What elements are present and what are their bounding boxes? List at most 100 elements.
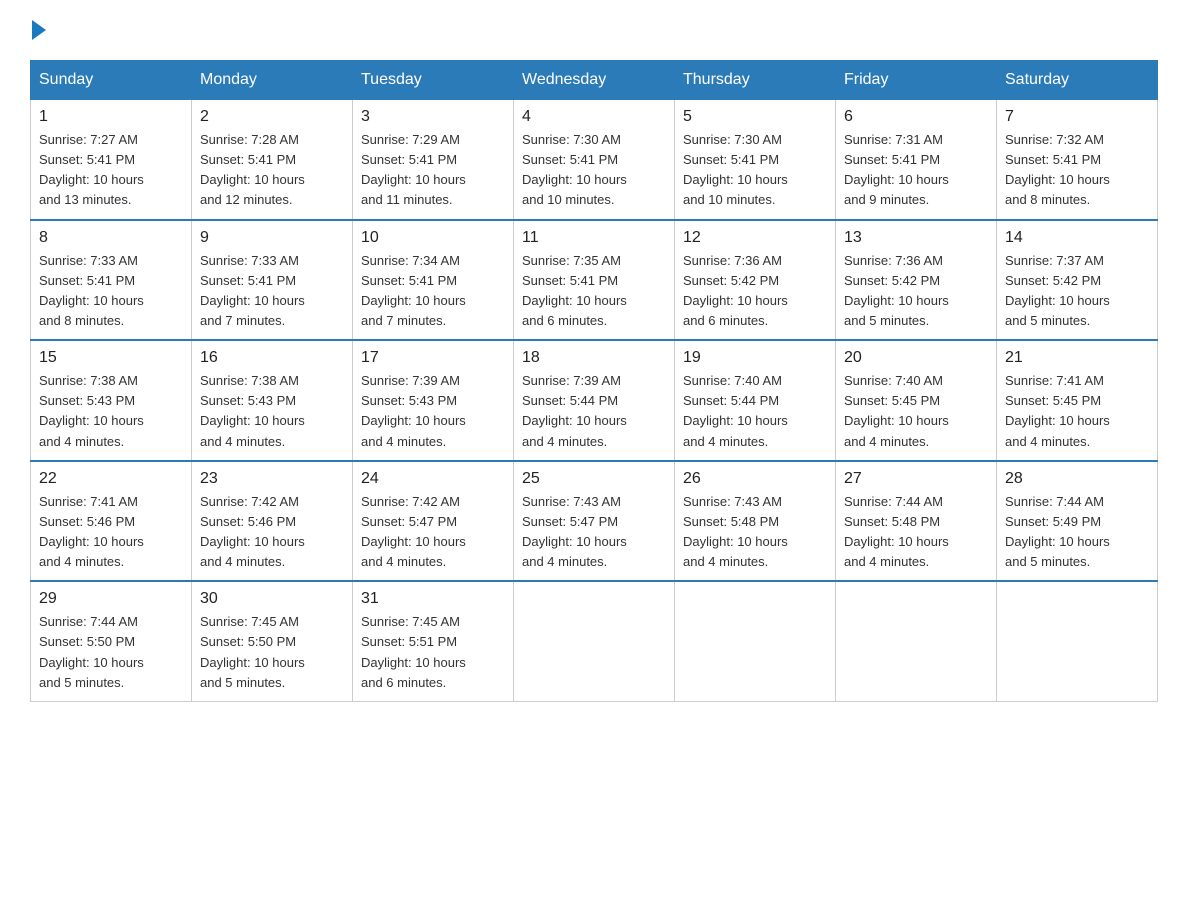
day-number: 9 (200, 229, 344, 247)
calendar-week-row: 1 Sunrise: 7:27 AM Sunset: 5:41 PM Dayli… (31, 100, 1158, 220)
day-info: Sunrise: 7:45 AM Sunset: 5:50 PM Dayligh… (200, 612, 344, 693)
calendar-day-cell: 7 Sunrise: 7:32 AM Sunset: 5:41 PM Dayli… (997, 100, 1158, 220)
day-number: 12 (683, 229, 827, 247)
day-info: Sunrise: 7:45 AM Sunset: 5:51 PM Dayligh… (361, 612, 505, 693)
col-header-sunday: Sunday (31, 61, 192, 100)
day-number: 18 (522, 349, 666, 367)
day-number: 28 (1005, 470, 1149, 488)
day-info: Sunrise: 7:28 AM Sunset: 5:41 PM Dayligh… (200, 130, 344, 211)
calendar-day-cell: 11 Sunrise: 7:35 AM Sunset: 5:41 PM Dayl… (514, 220, 675, 341)
day-number: 24 (361, 470, 505, 488)
day-number: 1 (39, 108, 183, 126)
day-info: Sunrise: 7:41 AM Sunset: 5:45 PM Dayligh… (1005, 371, 1149, 452)
calendar-day-cell: 5 Sunrise: 7:30 AM Sunset: 5:41 PM Dayli… (675, 100, 836, 220)
day-info: Sunrise: 7:33 AM Sunset: 5:41 PM Dayligh… (200, 251, 344, 332)
calendar-day-cell: 13 Sunrise: 7:36 AM Sunset: 5:42 PM Dayl… (836, 220, 997, 341)
day-info: Sunrise: 7:30 AM Sunset: 5:41 PM Dayligh… (683, 130, 827, 211)
day-info: Sunrise: 7:38 AM Sunset: 5:43 PM Dayligh… (39, 371, 183, 452)
day-number: 27 (844, 470, 988, 488)
day-number: 29 (39, 590, 183, 608)
calendar-day-cell: 23 Sunrise: 7:42 AM Sunset: 5:46 PM Dayl… (192, 461, 353, 582)
calendar-day-cell: 26 Sunrise: 7:43 AM Sunset: 5:48 PM Dayl… (675, 461, 836, 582)
day-info: Sunrise: 7:32 AM Sunset: 5:41 PM Dayligh… (1005, 130, 1149, 211)
day-number: 3 (361, 108, 505, 126)
day-info: Sunrise: 7:35 AM Sunset: 5:41 PM Dayligh… (522, 251, 666, 332)
calendar-day-cell: 21 Sunrise: 7:41 AM Sunset: 5:45 PM Dayl… (997, 340, 1158, 461)
day-number: 10 (361, 229, 505, 247)
calendar-day-cell: 27 Sunrise: 7:44 AM Sunset: 5:48 PM Dayl… (836, 461, 997, 582)
day-info: Sunrise: 7:43 AM Sunset: 5:47 PM Dayligh… (522, 492, 666, 573)
calendar-day-cell (514, 581, 675, 701)
calendar-day-cell: 12 Sunrise: 7:36 AM Sunset: 5:42 PM Dayl… (675, 220, 836, 341)
day-number: 6 (844, 108, 988, 126)
calendar-day-cell: 2 Sunrise: 7:28 AM Sunset: 5:41 PM Dayli… (192, 100, 353, 220)
day-info: Sunrise: 7:41 AM Sunset: 5:46 PM Dayligh… (39, 492, 183, 573)
day-number: 11 (522, 229, 666, 247)
day-info: Sunrise: 7:36 AM Sunset: 5:42 PM Dayligh… (844, 251, 988, 332)
day-info: Sunrise: 7:43 AM Sunset: 5:48 PM Dayligh… (683, 492, 827, 573)
day-number: 30 (200, 590, 344, 608)
day-info: Sunrise: 7:44 AM Sunset: 5:50 PM Dayligh… (39, 612, 183, 693)
day-info: Sunrise: 7:44 AM Sunset: 5:48 PM Dayligh… (844, 492, 988, 573)
day-info: Sunrise: 7:31 AM Sunset: 5:41 PM Dayligh… (844, 130, 988, 211)
col-header-tuesday: Tuesday (353, 61, 514, 100)
day-number: 17 (361, 349, 505, 367)
calendar-day-cell: 19 Sunrise: 7:40 AM Sunset: 5:44 PM Dayl… (675, 340, 836, 461)
col-header-friday: Friday (836, 61, 997, 100)
day-info: Sunrise: 7:42 AM Sunset: 5:47 PM Dayligh… (361, 492, 505, 573)
calendar-day-cell (997, 581, 1158, 701)
day-number: 14 (1005, 229, 1149, 247)
day-info: Sunrise: 7:44 AM Sunset: 5:49 PM Dayligh… (1005, 492, 1149, 573)
day-info: Sunrise: 7:30 AM Sunset: 5:41 PM Dayligh… (522, 130, 666, 211)
col-header-monday: Monday (192, 61, 353, 100)
col-header-saturday: Saturday (997, 61, 1158, 100)
day-info: Sunrise: 7:34 AM Sunset: 5:41 PM Dayligh… (361, 251, 505, 332)
day-number: 16 (200, 349, 344, 367)
day-info: Sunrise: 7:38 AM Sunset: 5:43 PM Dayligh… (200, 371, 344, 452)
day-number: 25 (522, 470, 666, 488)
day-number: 23 (200, 470, 344, 488)
calendar-day-cell: 28 Sunrise: 7:44 AM Sunset: 5:49 PM Dayl… (997, 461, 1158, 582)
calendar-day-cell (675, 581, 836, 701)
day-info: Sunrise: 7:33 AM Sunset: 5:41 PM Dayligh… (39, 251, 183, 332)
day-info: Sunrise: 7:40 AM Sunset: 5:44 PM Dayligh… (683, 371, 827, 452)
day-info: Sunrise: 7:42 AM Sunset: 5:46 PM Dayligh… (200, 492, 344, 573)
calendar-day-cell: 31 Sunrise: 7:45 AM Sunset: 5:51 PM Dayl… (353, 581, 514, 701)
day-info: Sunrise: 7:29 AM Sunset: 5:41 PM Dayligh… (361, 130, 505, 211)
calendar-day-cell: 10 Sunrise: 7:34 AM Sunset: 5:41 PM Dayl… (353, 220, 514, 341)
day-number: 13 (844, 229, 988, 247)
col-header-thursday: Thursday (675, 61, 836, 100)
day-number: 4 (522, 108, 666, 126)
day-number: 2 (200, 108, 344, 126)
day-number: 21 (1005, 349, 1149, 367)
logo (30, 20, 48, 40)
calendar-header-row: SundayMondayTuesdayWednesdayThursdayFrid… (31, 61, 1158, 100)
calendar-day-cell (836, 581, 997, 701)
day-number: 22 (39, 470, 183, 488)
day-info: Sunrise: 7:37 AM Sunset: 5:42 PM Dayligh… (1005, 251, 1149, 332)
day-number: 20 (844, 349, 988, 367)
calendar-week-row: 8 Sunrise: 7:33 AM Sunset: 5:41 PM Dayli… (31, 220, 1158, 341)
day-info: Sunrise: 7:27 AM Sunset: 5:41 PM Dayligh… (39, 130, 183, 211)
calendar-day-cell: 8 Sunrise: 7:33 AM Sunset: 5:41 PM Dayli… (31, 220, 192, 341)
calendar-day-cell: 9 Sunrise: 7:33 AM Sunset: 5:41 PM Dayli… (192, 220, 353, 341)
calendar-day-cell: 25 Sunrise: 7:43 AM Sunset: 5:47 PM Dayl… (514, 461, 675, 582)
calendar-day-cell: 22 Sunrise: 7:41 AM Sunset: 5:46 PM Dayl… (31, 461, 192, 582)
col-header-wednesday: Wednesday (514, 61, 675, 100)
day-number: 19 (683, 349, 827, 367)
calendar-day-cell: 20 Sunrise: 7:40 AM Sunset: 5:45 PM Dayl… (836, 340, 997, 461)
calendar-day-cell: 3 Sunrise: 7:29 AM Sunset: 5:41 PM Dayli… (353, 100, 514, 220)
calendar-table: SundayMondayTuesdayWednesdayThursdayFrid… (30, 60, 1158, 702)
calendar-day-cell: 6 Sunrise: 7:31 AM Sunset: 5:41 PM Dayli… (836, 100, 997, 220)
calendar-day-cell: 14 Sunrise: 7:37 AM Sunset: 5:42 PM Dayl… (997, 220, 1158, 341)
calendar-day-cell: 15 Sunrise: 7:38 AM Sunset: 5:43 PM Dayl… (31, 340, 192, 461)
day-info: Sunrise: 7:36 AM Sunset: 5:42 PM Dayligh… (683, 251, 827, 332)
calendar-day-cell: 1 Sunrise: 7:27 AM Sunset: 5:41 PM Dayli… (31, 100, 192, 220)
calendar-day-cell: 4 Sunrise: 7:30 AM Sunset: 5:41 PM Dayli… (514, 100, 675, 220)
calendar-day-cell: 24 Sunrise: 7:42 AM Sunset: 5:47 PM Dayl… (353, 461, 514, 582)
day-info: Sunrise: 7:39 AM Sunset: 5:43 PM Dayligh… (361, 371, 505, 452)
calendar-day-cell: 17 Sunrise: 7:39 AM Sunset: 5:43 PM Dayl… (353, 340, 514, 461)
day-number: 8 (39, 229, 183, 247)
calendar-week-row: 22 Sunrise: 7:41 AM Sunset: 5:46 PM Dayl… (31, 461, 1158, 582)
day-number: 7 (1005, 108, 1149, 126)
